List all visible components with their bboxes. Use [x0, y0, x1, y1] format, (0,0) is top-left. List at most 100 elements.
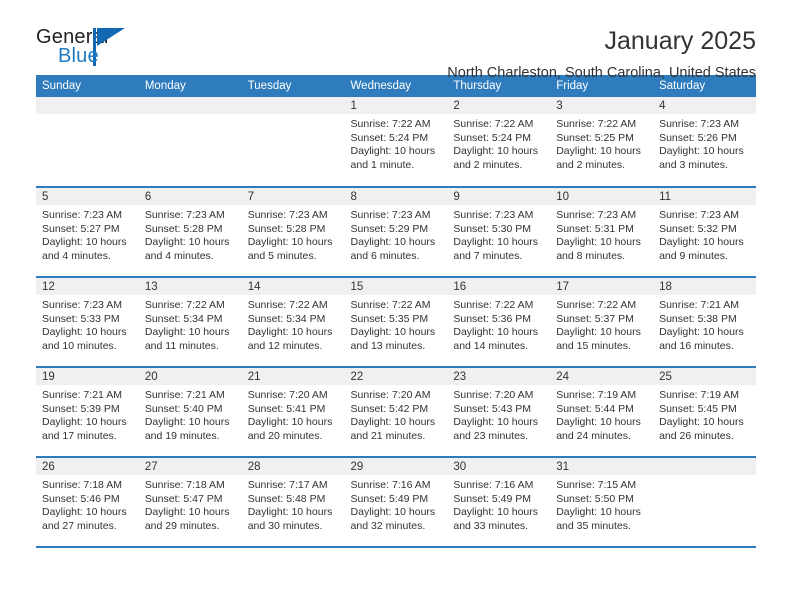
daylight-text-line2: and 20 minutes. [247, 429, 323, 442]
calendar-day-cell[interactable]: 1 Sunrise: 7:22 AM Sunset: 5:24 PM Daylight… [344, 97, 448, 188]
daylight-text-line2: and 12 minutes. [247, 339, 323, 352]
page-header: General Blue January 2025 North Charlest… [36, 0, 756, 81]
daylight-text-line2: and 19 minutes. [144, 429, 220, 442]
calendar-week-row: 1 Sunrise: 7:22 AM Sunset: 5:24 PM Daylight… [36, 97, 756, 188]
calendar-day-cell[interactable]: 27 Sunrise: 7:18 AM Sunset: 5:47 PM Dayligh… [138, 457, 242, 548]
daylight-text-line2: and 1 minute. [350, 158, 415, 171]
day-number: 19 [36, 368, 139, 385]
sunrise-text: Sunrise: 7:22 AM [453, 299, 534, 311]
calendar-day-cell[interactable]: 10 Sunrise: 7:23 AM Sunset: 5:31 PM Dayligh… [550, 187, 654, 278]
daylight-text-line1: Daylight: 10 hours [659, 326, 744, 339]
daylight-text-line1: Daylight: 10 hours [659, 236, 744, 249]
daylight-text-line2: and 5 minutes. [247, 249, 317, 262]
day-number: 10 [550, 188, 654, 205]
day-number: 11 [653, 188, 756, 205]
day-cell-inner: 2 Sunrise: 7:22 AM Sunset: 5:24 PM Daylight… [447, 97, 551, 185]
day-cell-inner: 25 Sunrise: 7:19 AM Sunset: 5:45 PM Dayligh… [653, 368, 756, 456]
day-cell-inner: 28 Sunrise: 7:17 AM Sunset: 5:48 PM Dayligh… [241, 458, 345, 546]
daylight-text-line1: Daylight: 10 hours [453, 145, 539, 158]
sunrise-sunset-calendar: Sunday Monday Tuesday Wednesday Thursday… [36, 75, 756, 548]
calendar-day-cell[interactable]: 25 Sunrise: 7:19 AM Sunset: 5:45 PM Dayligh… [653, 367, 756, 458]
calendar-day-cell[interactable]: 5 Sunrise: 7:23 AM Sunset: 5:27 PM Daylight… [36, 187, 139, 278]
daylight-text-line2: and 9 minutes. [659, 249, 728, 262]
calendar-day-cell[interactable]: 17 Sunrise: 7:22 AM Sunset: 5:37 PM Dayligh… [550, 277, 654, 368]
daylight-text-line1: Daylight: 10 hours [659, 416, 744, 429]
calendar-day-cell[interactable]: 28 Sunrise: 7:17 AM Sunset: 5:48 PM Dayligh… [241, 457, 345, 548]
sunrise-text: Sunrise: 7:23 AM [556, 209, 637, 221]
calendar-day-cell[interactable]: 26 Sunrise: 7:18 AM Sunset: 5:46 PM Dayligh… [36, 457, 139, 548]
sunrise-text: Sunrise: 7:22 AM [247, 299, 328, 311]
daylight-text-line2: and 11 minutes. [144, 339, 219, 352]
day-number: 30 [447, 458, 551, 475]
daylight-text-line2: and 6 minutes. [350, 249, 420, 262]
day-number [138, 97, 242, 114]
calendar-day-cell[interactable]: 31 Sunrise: 7:15 AM Sunset: 5:50 PM Dayligh… [550, 457, 654, 548]
calendar-day-cell[interactable]: 14 Sunrise: 7:22 AM Sunset: 5:34 PM Dayligh… [241, 277, 345, 368]
calendar-empty-cell [138, 97, 242, 188]
day-number: 8 [344, 188, 448, 205]
calendar-day-cell[interactable]: 12 Sunrise: 7:23 AM Sunset: 5:33 PM Dayligh… [36, 277, 139, 368]
calendar-day-cell[interactable]: 18 Sunrise: 7:21 AM Sunset: 5:38 PM Dayligh… [653, 277, 756, 368]
weekday-header-sunday: Sunday [36, 75, 139, 97]
daylight-text-line2: and 32 minutes. [350, 519, 426, 532]
day-details: Sunrise: 7:22 AM Sunset: 5:36 PM Daylight:… [447, 295, 550, 353]
day-details: Sunrise: 7:23 AM Sunset: 5:31 PM Daylight:… [550, 205, 653, 263]
calendar-day-cell[interactable]: 7 Sunrise: 7:23 AM Sunset: 5:28 PM Daylight… [241, 187, 345, 278]
calendar-day-cell[interactable]: 3 Sunrise: 7:22 AM Sunset: 5:25 PM Daylight… [550, 97, 654, 188]
day-number: 28 [241, 458, 345, 475]
daylight-text-line2: and 13 minutes. [350, 339, 426, 352]
day-details: Sunrise: 7:23 AM Sunset: 5:30 PM Daylight:… [447, 205, 550, 263]
sunset-text: Sunset: 5:35 PM [350, 312, 429, 325]
sunrise-text: Sunrise: 7:22 AM [144, 299, 225, 311]
calendar-day-cell[interactable]: 15 Sunrise: 7:22 AM Sunset: 5:35 PM Dayligh… [344, 277, 448, 368]
calendar-day-cell[interactable]: 2 Sunrise: 7:22 AM Sunset: 5:24 PM Daylight… [447, 97, 551, 188]
day-details: Sunrise: 7:19 AM Sunset: 5:44 PM Daylight:… [550, 385, 653, 443]
daylight-text-line1: Daylight: 10 hours [42, 506, 127, 519]
calendar-day-cell[interactable]: 4 Sunrise: 7:23 AM Sunset: 5:26 PM Daylight… [653, 97, 756, 188]
calendar-day-cell[interactable]: 6 Sunrise: 7:23 AM Sunset: 5:28 PM Daylight… [138, 187, 242, 278]
calendar-day-cell[interactable]: 23 Sunrise: 7:20 AM Sunset: 5:43 PM Dayligh… [447, 367, 551, 458]
day-cell-inner: 14 Sunrise: 7:22 AM Sunset: 5:34 PM Dayligh… [241, 278, 345, 366]
day-cell-inner: 19 Sunrise: 7:21 AM Sunset: 5:39 PM Dayligh… [36, 368, 139, 456]
calendar-day-cell[interactable]: 29 Sunrise: 7:16 AM Sunset: 5:49 PM Dayligh… [344, 457, 448, 548]
day-number: 7 [241, 188, 345, 205]
calendar-day-cell[interactable]: 16 Sunrise: 7:22 AM Sunset: 5:36 PM Dayligh… [447, 277, 551, 368]
weekday-header-wednesday: Wednesday [344, 75, 448, 97]
calendar-day-cell[interactable]: 24 Sunrise: 7:19 AM Sunset: 5:44 PM Dayligh… [550, 367, 654, 458]
calendar-day-cell[interactable]: 8 Sunrise: 7:23 AM Sunset: 5:29 PM Daylight… [344, 187, 448, 278]
daylight-text-line1: Daylight: 10 hours [42, 236, 127, 249]
calendar-day-cell[interactable]: 21 Sunrise: 7:20 AM Sunset: 5:41 PM Dayligh… [241, 367, 345, 458]
day-details: Sunrise: 7:22 AM Sunset: 5:37 PM Daylight:… [550, 295, 653, 353]
day-cell-inner [36, 97, 139, 185]
daylight-text-line2: and 33 minutes. [453, 519, 529, 532]
day-cell-inner: 6 Sunrise: 7:23 AM Sunset: 5:28 PM Daylight… [138, 188, 242, 276]
daylight-text-line2: and 23 minutes. [453, 429, 529, 442]
daylight-text-line1: Daylight: 10 hours [247, 416, 333, 429]
day-cell-inner: 30 Sunrise: 7:16 AM Sunset: 5:49 PM Dayligh… [447, 458, 551, 546]
logo-triangle-icon [97, 28, 125, 46]
calendar-day-cell[interactable]: 30 Sunrise: 7:16 AM Sunset: 5:49 PM Dayligh… [447, 457, 551, 548]
sunrise-text: Sunrise: 7:23 AM [659, 118, 740, 130]
day-number: 21 [241, 368, 345, 385]
calendar-day-cell[interactable]: 22 Sunrise: 7:20 AM Sunset: 5:42 PM Dayligh… [344, 367, 448, 458]
daylight-text-line1: Daylight: 10 hours [350, 326, 436, 339]
daylight-text-line1: Daylight: 10 hours [556, 326, 641, 339]
calendar-day-cell[interactable]: 13 Sunrise: 7:22 AM Sunset: 5:34 PM Dayligh… [138, 277, 242, 368]
sunrise-text: Sunrise: 7:18 AM [42, 479, 122, 491]
day-number: 18 [653, 278, 756, 295]
day-number: 20 [138, 368, 242, 385]
calendar-day-cell[interactable]: 20 Sunrise: 7:21 AM Sunset: 5:40 PM Dayligh… [138, 367, 242, 458]
sunset-text: Sunset: 5:31 PM [556, 222, 634, 235]
day-details: Sunrise: 7:20 AM Sunset: 5:42 PM Daylight:… [345, 385, 448, 443]
weekday-header-tuesday: Tuesday [241, 75, 345, 97]
day-number: 24 [550, 368, 654, 385]
calendar-day-cell[interactable]: 11 Sunrise: 7:23 AM Sunset: 5:32 PM Dayligh… [653, 187, 756, 278]
sunrise-text: Sunrise: 7:21 AM [42, 389, 122, 401]
calendar-day-cell[interactable]: 9 Sunrise: 7:23 AM Sunset: 5:30 PM Daylight… [447, 187, 551, 278]
day-details: Sunrise: 7:22 AM Sunset: 5:24 PM Daylight:… [345, 114, 448, 172]
daylight-text-line1: Daylight: 10 hours [144, 506, 230, 519]
day-cell-inner: 18 Sunrise: 7:21 AM Sunset: 5:38 PM Dayligh… [653, 278, 756, 366]
sunset-text: Sunset: 5:36 PM [453, 312, 532, 325]
calendar-day-cell[interactable]: 19 Sunrise: 7:21 AM Sunset: 5:39 PM Dayligh… [36, 367, 139, 458]
day-number: 15 [344, 278, 448, 295]
